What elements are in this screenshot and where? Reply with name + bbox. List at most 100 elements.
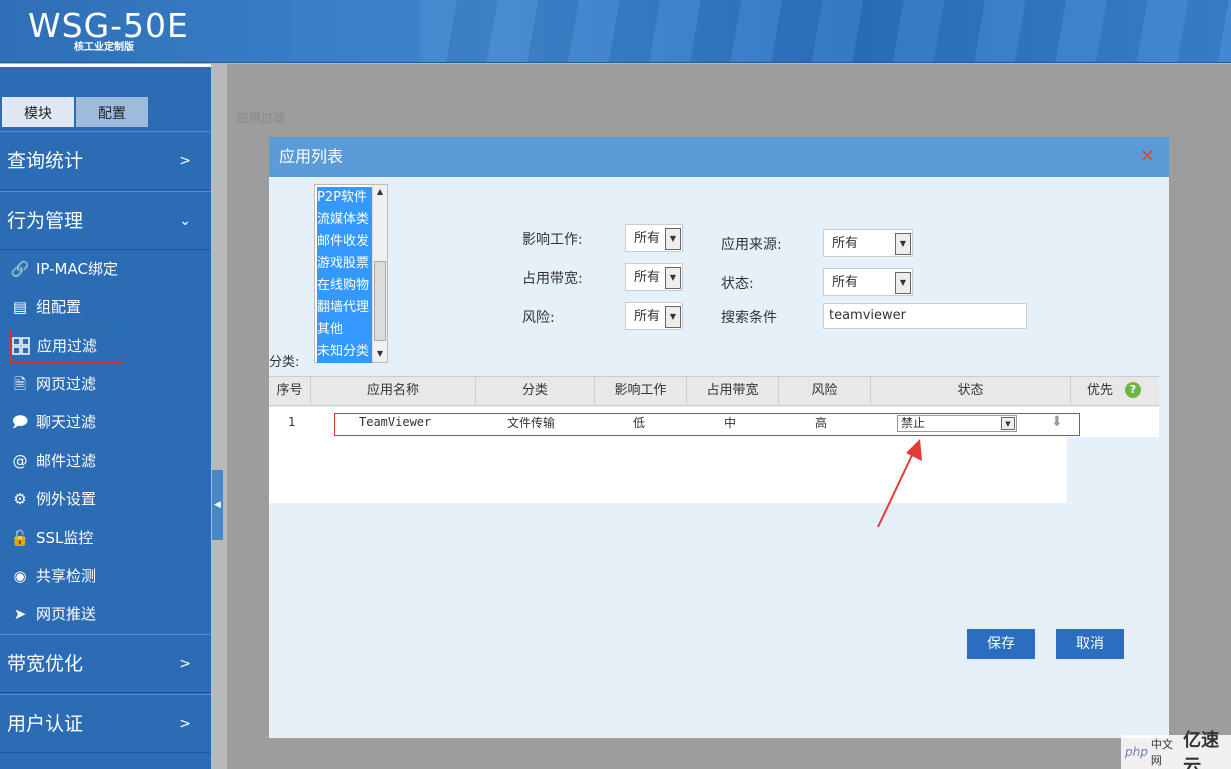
page-icon: 🗎 xyxy=(13,375,27,393)
sidebar-item-web-filter[interactable]: 🗎 网页过滤 xyxy=(10,367,205,401)
sidebar-item-chat-filter[interactable]: 🗩 聊天过滤 xyxy=(10,405,205,439)
section-label: 用户认证 xyxy=(7,713,84,735)
sidebar-item-label: IP-MAC绑定 xyxy=(36,260,118,278)
app-source-select[interactable]: 所有 ▼ xyxy=(823,229,913,257)
bandwidth-label: 占用带宽: xyxy=(522,271,583,287)
sidebar-item-label: 网页推送 xyxy=(36,605,97,623)
category-scrollbar[interactable]: ▲ ▼ xyxy=(372,185,387,362)
at-icon: @ xyxy=(12,452,28,470)
close-icon[interactable]: ✕ xyxy=(1140,137,1155,177)
search-input[interactable]: teamviewer xyxy=(823,303,1027,329)
category-label: 分类: xyxy=(269,355,300,370)
status-select[interactable]: 所有 ▼ xyxy=(823,268,913,296)
column-header: 风险 xyxy=(779,377,871,405)
select-value: 所有 xyxy=(634,309,661,324)
section-user-auth[interactable]: 用户认证 > xyxy=(0,694,211,753)
select-value: 所有 xyxy=(832,236,859,251)
chat-icon: 🗩 xyxy=(11,413,29,431)
dropdown-arrow-icon: ▼ xyxy=(895,233,911,255)
link-icon: 🔗 xyxy=(10,260,30,278)
tab-modules[interactable]: 模块 xyxy=(2,97,74,127)
dropdown-arrow-icon: ▼ xyxy=(665,267,681,289)
product-edition: 核工业定制版 xyxy=(74,42,134,53)
sidebar-item-label: 聊天过滤 xyxy=(36,413,97,431)
sidebar-divider xyxy=(0,64,211,67)
sidebar-item-label: 应用过滤 xyxy=(37,337,98,355)
sidebar-item-label: SSL监控 xyxy=(36,529,94,547)
category-option[interactable]: 其他 xyxy=(317,319,373,341)
category-option[interactable]: 未知分类 xyxy=(317,341,373,363)
sidebar-item-label: 网页过滤 xyxy=(36,375,97,393)
work-impact-select[interactable]: 所有 ▼ xyxy=(625,224,683,252)
section-label: 带宽优化 xyxy=(7,653,84,675)
share-icon: ◉ xyxy=(13,567,27,585)
section-query-stats[interactable]: 查询统计 > xyxy=(0,131,211,190)
chevron-down-icon: ⌄ xyxy=(179,213,191,229)
column-header: 状态 xyxy=(871,377,1071,405)
table-row-extension xyxy=(1067,407,1159,437)
watermark-logo: 亿速云 xyxy=(1183,730,1220,769)
select-value: 所有 xyxy=(634,270,661,285)
scroll-down-icon[interactable]: ▼ xyxy=(373,347,387,361)
sidebar-item-exceptions[interactable]: ⚙ 例外设置 xyxy=(10,482,205,516)
app-list-dialog: 应用列表 ✕ 分类: P2P软件 流媒体类 邮件收发 游戏股票 在线购物 翻墙代… xyxy=(269,137,1169,738)
column-header: 占用带宽 xyxy=(687,377,779,405)
section-label: 查询统计 xyxy=(7,150,84,172)
scroll-thumb[interactable] xyxy=(374,261,386,341)
chevron-right-icon: > xyxy=(179,153,191,169)
sidebar-item-ip-mac[interactable]: 🔗 IP-MAC绑定 xyxy=(10,252,205,286)
status-label: 状态: xyxy=(721,276,754,292)
sidebar-item-ssl-monitor[interactable]: 🔓 SSL监控 xyxy=(10,521,205,555)
sidebar-collapse-handle[interactable]: ◀ xyxy=(212,470,223,540)
dropdown-arrow-icon: ▼ xyxy=(665,228,681,250)
app-source-label: 应用来源: xyxy=(721,237,782,253)
sidebar-item-group-config[interactable]: ▤ 组配置 xyxy=(10,290,205,324)
save-button[interactable]: 保存 xyxy=(967,629,1035,659)
search-label: 搜索条件 xyxy=(721,310,777,326)
sidebar-item-label: 组配置 xyxy=(36,298,82,316)
tab-config[interactable]: 配置 xyxy=(76,97,148,127)
send-icon: ➤ xyxy=(13,605,27,623)
dropdown-arrow-icon: ▼ xyxy=(895,272,911,294)
section-bandwidth-optimization[interactable]: 带宽优化 > xyxy=(0,634,211,693)
annotation-arrow-icon xyxy=(877,439,922,528)
category-option[interactable]: 流媒体类 xyxy=(317,209,373,231)
work-impact-label: 影响工作: xyxy=(522,232,583,248)
cancel-button[interactable]: 取消 xyxy=(1056,629,1124,659)
column-header: 影响工作 xyxy=(595,377,687,405)
watermark: php 中文网 亿速云 xyxy=(1121,730,1231,769)
risk-select[interactable]: 所有 ▼ xyxy=(625,302,683,330)
chevron-right-icon: > xyxy=(179,656,191,672)
category-option[interactable]: 游戏股票 xyxy=(317,253,373,275)
section-label: 行为管理 xyxy=(7,210,84,232)
risk-label: 风险: xyxy=(522,310,555,326)
dialog-header: 应用列表 ✕ xyxy=(269,137,1169,177)
chevron-right-icon: > xyxy=(179,716,191,732)
help-icon[interactable]: ? xyxy=(1125,382,1141,398)
category-option[interactable]: 在线购物 xyxy=(317,275,373,297)
category-option[interactable]: 邮件收发 xyxy=(317,231,373,253)
sidebar-item-share-detect[interactable]: ◉ 共享检测 xyxy=(10,559,205,593)
app-table-header: 序号 应用名称 分类 影响工作 占用带宽 风险 状态 优先 xyxy=(269,376,1159,406)
sidebar-item-web-push[interactable]: ➤ 网页推送 xyxy=(10,597,205,631)
scroll-up-icon[interactable]: ▲ xyxy=(373,185,387,199)
category-listbox[interactable]: P2P软件 流媒体类 邮件收发 游戏股票 在线购物 翻墙代理 其他 未知分类 ▲… xyxy=(314,184,388,363)
dropdown-arrow-icon: ▼ xyxy=(665,306,681,328)
column-header: 优先 xyxy=(1086,383,1113,398)
column-header: 应用名称 xyxy=(311,377,476,405)
dialog-title: 应用列表 xyxy=(279,147,344,166)
grid-icon xyxy=(11,336,31,356)
watermark-php: php xyxy=(1125,745,1148,759)
category-option[interactable]: P2P软件 xyxy=(317,187,373,209)
sidebar-item-app-filter[interactable]: 应用过滤 xyxy=(10,329,124,363)
row-index: 1 xyxy=(288,415,296,429)
category-option[interactable]: 翻墙代理 xyxy=(317,297,373,319)
section-behavior-management[interactable]: 行为管理 ⌄ xyxy=(0,191,211,250)
sidebar-item-mail-filter[interactable]: @ 邮件过滤 xyxy=(10,444,205,478)
sidebar-item-label: 邮件过滤 xyxy=(36,452,97,470)
bandwidth-select[interactable]: 所有 ▼ xyxy=(625,263,683,291)
background-page-title: 应用过滤 xyxy=(237,111,286,125)
sidebar: 模块 配置 查询统计 > 行为管理 ⌄ 🔗 IP-MAC绑定 ▤ 组配置 应用过… xyxy=(0,64,211,769)
category-options: P2P软件 流媒体类 邮件收发 游戏股票 在线购物 翻墙代理 其他 未知分类 xyxy=(317,187,373,363)
select-value: 所有 xyxy=(634,231,661,246)
